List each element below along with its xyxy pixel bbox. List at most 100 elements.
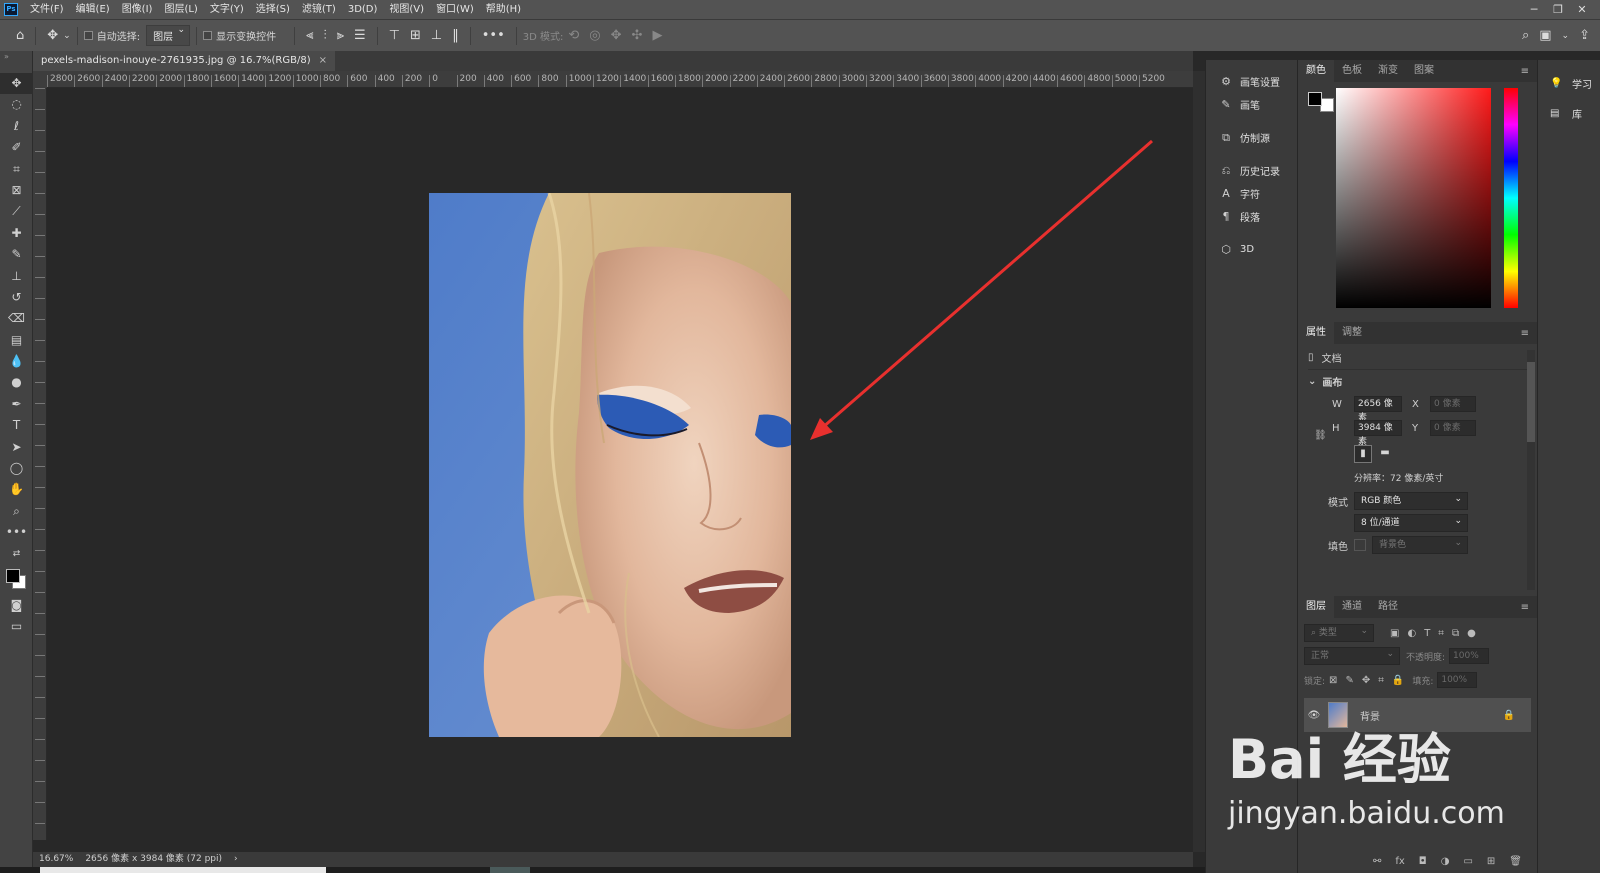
tab-swatches[interactable]: 色板 (1334, 60, 1370, 82)
new-layer-icon[interactable]: ⊞ (1483, 856, 1499, 867)
panel-label: 3D (1240, 244, 1255, 255)
bit-depth-select[interactable]: 8 位/通道 (1354, 513, 1468, 532)
tab-adjustments[interactable]: 调整 (1334, 322, 1370, 344)
panel-button-paragraph[interactable]: ¶ 段落 (1206, 205, 1297, 228)
tab-paths[interactable]: 路径 (1370, 596, 1406, 618)
width-input[interactable]: 2656 像素 (1354, 396, 1402, 423)
lock-position-icon[interactable]: ✥ (1358, 675, 1374, 686)
canvas-scrollbar[interactable] (1193, 71, 1205, 852)
panel-button-3d[interactable]: ⬡ 3D (1206, 238, 1297, 261)
link-icon[interactable]: ⛓ (1314, 430, 1327, 441)
paragraph-icon: ¶ (1222, 210, 1230, 223)
background-swatch[interactable] (1320, 98, 1334, 112)
add-mask-icon[interactable]: ◘ (1415, 856, 1431, 867)
link-layers-icon[interactable]: ⚯ (1369, 856, 1385, 867)
panel-menu-icon[interactable]: ≡ (1521, 66, 1537, 77)
document-icon: ▯ (1308, 352, 1314, 363)
layer-fill-input[interactable]: 100% (1437, 672, 1478, 688)
panel-menu-icon[interactable]: ≡ (1521, 328, 1537, 339)
libraries-icon: ▤ (1550, 107, 1560, 119)
tab-color[interactable]: 颜色 (1298, 60, 1334, 82)
layer-filter-select[interactable]: ⌕ 类型 (1304, 623, 1374, 642)
3d-icon: ⬡ (1221, 243, 1231, 256)
filter-pixel-icon[interactable]: ▣ (1386, 628, 1403, 639)
delete-layer-icon[interactable]: 🗑 (1505, 856, 1526, 867)
fill-select[interactable]: 背景色 (1372, 535, 1468, 554)
panel-button-learn[interactable]: 💡 学习 (1538, 68, 1600, 98)
fill-row: 填色 背景色 (1308, 534, 1527, 556)
panel-button-history[interactable]: ⎌ 历史记录 (1206, 159, 1297, 182)
opacity-label: 不透明度: (1406, 652, 1446, 663)
panel-button-brush[interactable]: ✎ 画笔 (1206, 93, 1297, 116)
orientation-row: ▮ ▬ (1308, 440, 1527, 468)
opacity-input[interactable]: 100% (1449, 648, 1490, 664)
lock-row: 锁定: ⊠ ✎ ✥ ⌗ 🔒 填充: 100% (1304, 668, 1531, 692)
blend-mode-select[interactable]: 正常 (1304, 646, 1400, 665)
lock-pixels-icon[interactable]: ⊠ (1325, 675, 1341, 686)
width-row: W 2656 像素 X 0 像素 (1308, 392, 1527, 423)
layer-row[interactable]: 👁 背景 🔒 (1304, 698, 1531, 732)
canvas-section-label: 画布 (1322, 377, 1343, 389)
tab-layers[interactable]: 图层 (1298, 596, 1334, 618)
progress-strip (40, 867, 326, 873)
brush-icon: ✎ (1221, 98, 1231, 111)
panel-header (1538, 60, 1600, 68)
panel-button-libraries[interactable]: ▤ 库 (1538, 98, 1600, 128)
tab-properties[interactable]: 属性 (1298, 322, 1334, 344)
strip-segment (490, 867, 530, 873)
panel-label: 段落 (1240, 213, 1260, 224)
canvas-section-header[interactable]: ⌄ 画布 (1308, 370, 1527, 392)
tab-gradients[interactable]: 渐变 (1370, 60, 1406, 82)
far-right-panel: 💡 学习 ▤ 库 (1537, 60, 1600, 873)
color-panel-tabs: 颜色 色板 渐变 图案 ≡ (1298, 60, 1537, 82)
depth-row: 8 位/通道 (1308, 512, 1527, 534)
mode-label: 模式 (1328, 497, 1348, 509)
eye-icon[interactable]: 👁 (1304, 710, 1324, 721)
scrollbar-thumb[interactable] (1527, 362, 1535, 442)
layer-thumbnail (1328, 702, 1348, 728)
zoom-level[interactable]: 16.67% (33, 852, 79, 867)
layer-filter-row: ⌕ 类型 ▣ ◐ T ⌗ ⧉ ● (1304, 622, 1531, 644)
height-input[interactable]: 3984 像素 (1354, 420, 1402, 447)
x-label: X (1412, 398, 1419, 410)
lock-artboard-icon[interactable]: ⌗ (1374, 675, 1388, 686)
filter-adjust-icon[interactable]: ◐ (1403, 628, 1420, 639)
resolution-text: 分辨率：72 像素/英寸 (1354, 474, 1444, 484)
landscape-orientation-icon[interactable]: ▬ (1376, 445, 1394, 463)
lock-paint-icon[interactable]: ✎ (1341, 675, 1357, 686)
fx-icon[interactable]: fx (1391, 856, 1408, 867)
panel-label: 历史记录 (1240, 167, 1280, 178)
new-group-icon[interactable]: ▭ (1459, 856, 1476, 867)
panel-label: 库 (1572, 109, 1582, 121)
filter-smart-icon[interactable]: ⧉ (1448, 628, 1463, 639)
adjustment-layer-icon[interactable]: ◑ (1437, 856, 1454, 867)
filter-shape-icon[interactable]: ⌗ (1434, 628, 1448, 639)
layer-name[interactable]: 背景 (1360, 708, 1380, 723)
color-picker-field[interactable] (1336, 88, 1491, 308)
foreground-swatch[interactable] (1308, 92, 1322, 106)
portrait-orientation-icon[interactable]: ▮ (1354, 445, 1372, 463)
mode-select[interactable]: RGB 颜色 (1354, 491, 1468, 510)
properties-panel: ▯ 文档 ⌄ 画布 W 2656 像素 X 0 像素 ⛓ H 3984 像素 Y 0… (1298, 344, 1537, 596)
status-bar: 16.67% 2656 像素 x 3984 像素 (72 ppi) › (33, 852, 1193, 867)
y-input[interactable]: 0 像素 (1430, 420, 1476, 436)
watermark: Bai 经验 jingyan.baidu.com (1228, 730, 1528, 850)
filter-toggle-icon[interactable]: ● (1463, 628, 1480, 639)
properties-scrollbar[interactable] (1527, 350, 1535, 590)
tab-channels[interactable]: 通道 (1334, 596, 1370, 618)
lock-label: 锁定: (1304, 676, 1326, 687)
panel-button-brush-settings[interactable]: ⚙ 画笔设置 (1206, 70, 1297, 93)
panel-menu-icon[interactable]: ≡ (1521, 602, 1537, 613)
character-icon: A (1222, 187, 1230, 200)
panel-button-character[interactable]: A 字符 (1206, 182, 1297, 205)
x-input[interactable]: 0 像素 (1430, 396, 1476, 412)
tab-patterns[interactable]: 图案 (1406, 60, 1442, 82)
layer-fill-label: 填充: (1412, 676, 1434, 687)
status-chevron-icon[interactable]: › (228, 852, 244, 867)
panel-button-clone-source[interactable]: ⧉ 仿制源 (1206, 126, 1297, 149)
filter-type-icon[interactable]: T (1420, 628, 1434, 639)
panel-label: 画笔 (1240, 101, 1260, 112)
hue-slider[interactable] (1504, 88, 1518, 308)
lock-all-icon[interactable]: 🔒 (1388, 675, 1408, 686)
fill-swatch[interactable] (1354, 539, 1366, 551)
